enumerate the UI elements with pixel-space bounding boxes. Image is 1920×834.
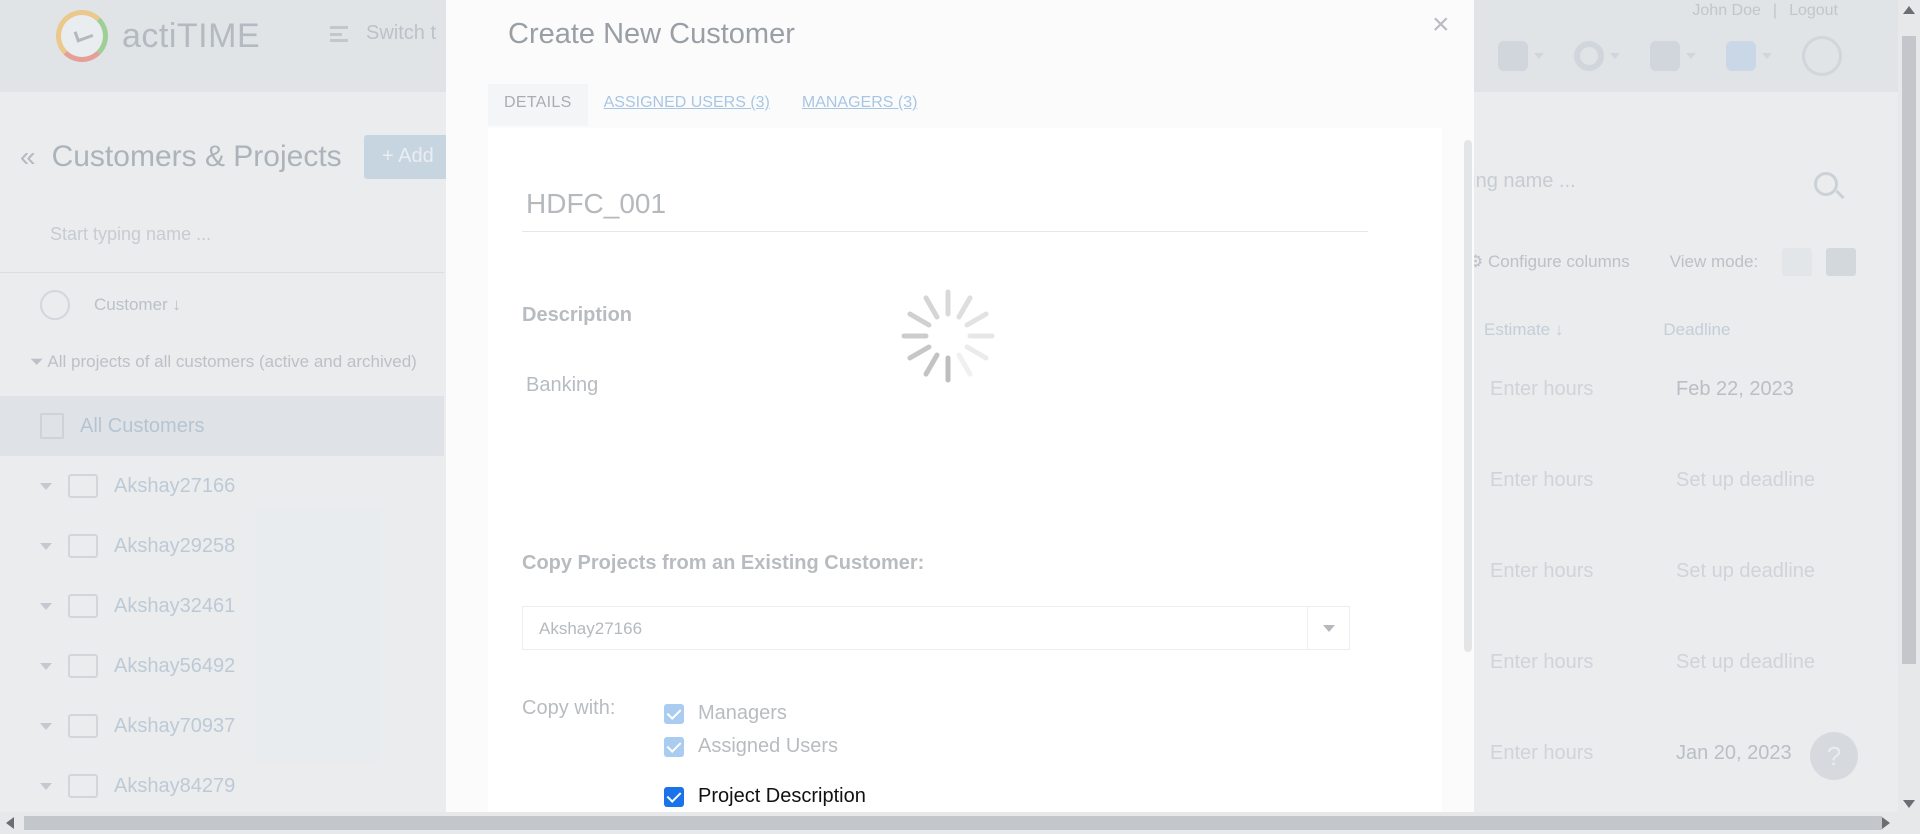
vertical-scrollbar[interactable] xyxy=(1898,0,1920,812)
copy-from-value: Akshay27166 xyxy=(539,619,643,638)
description-label: Description xyxy=(522,304,633,326)
checkbox-checked[interactable] xyxy=(664,703,684,724)
scroll-thumb[interactable] xyxy=(24,816,1882,830)
spinner-spoke xyxy=(923,352,940,377)
chevron-down-icon[interactable] xyxy=(1307,607,1349,649)
tab-managers[interactable]: MANAGERS (3) xyxy=(786,84,934,126)
spinner-spoke xyxy=(964,344,989,361)
modal-tabs: DETAILS ASSIGNED USERS (3) MANAGERS (3) xyxy=(488,84,933,126)
loading-spinner-icon xyxy=(901,289,995,383)
copy-from-select[interactable]: Akshay27166 xyxy=(522,606,1350,650)
description-input[interactable]: Banking xyxy=(526,374,598,397)
option-label: Project Description xyxy=(698,785,866,807)
create-customer-modal: Create New Customer × DETAILS ASSIGNED U… xyxy=(446,0,1474,812)
copy-with-label: Copy with: xyxy=(522,697,616,719)
copy-projects-label: Copy Projects from an Existing Customer: xyxy=(522,552,925,574)
scroll-thumb[interactable] xyxy=(1902,36,1916,664)
spinner-spoke xyxy=(907,344,932,361)
customer-name-input[interactable]: HDFC_001 xyxy=(522,188,1368,232)
copy-managers-option[interactable]: Managers xyxy=(664,697,866,730)
spinner-spoke xyxy=(907,311,932,328)
spinner-spoke xyxy=(923,295,940,320)
spinner-spoke xyxy=(956,352,973,377)
scroll-right-icon[interactable] xyxy=(1882,817,1890,829)
scroll-up-icon[interactable] xyxy=(1903,6,1915,14)
spinner-spoke xyxy=(964,311,989,328)
modal-title: Create New Customer xyxy=(508,18,795,50)
checkbox-checked[interactable] xyxy=(664,786,684,807)
scroll-down-icon[interactable] xyxy=(1903,800,1915,808)
tab-details[interactable]: DETAILS xyxy=(488,84,588,126)
copy-project-description-option[interactable]: Project Description xyxy=(664,780,866,812)
close-icon[interactable]: × xyxy=(1432,10,1450,40)
option-label: Assigned Users xyxy=(698,735,839,757)
copy-assigned-users-option[interactable]: Assigned Users xyxy=(664,730,866,763)
checkbox-checked[interactable] xyxy=(664,736,684,757)
horizontal-scrollbar[interactable] xyxy=(0,812,1920,834)
option-label: Managers xyxy=(698,702,787,724)
tab-assigned-users[interactable]: ASSIGNED USERS (3) xyxy=(588,84,786,126)
copy-options: Managers Assigned Users Project Descript… xyxy=(664,697,866,812)
spinner-spoke xyxy=(956,295,973,320)
modal-scrollbar[interactable] xyxy=(1464,140,1472,652)
scroll-left-icon[interactable] xyxy=(6,817,14,829)
